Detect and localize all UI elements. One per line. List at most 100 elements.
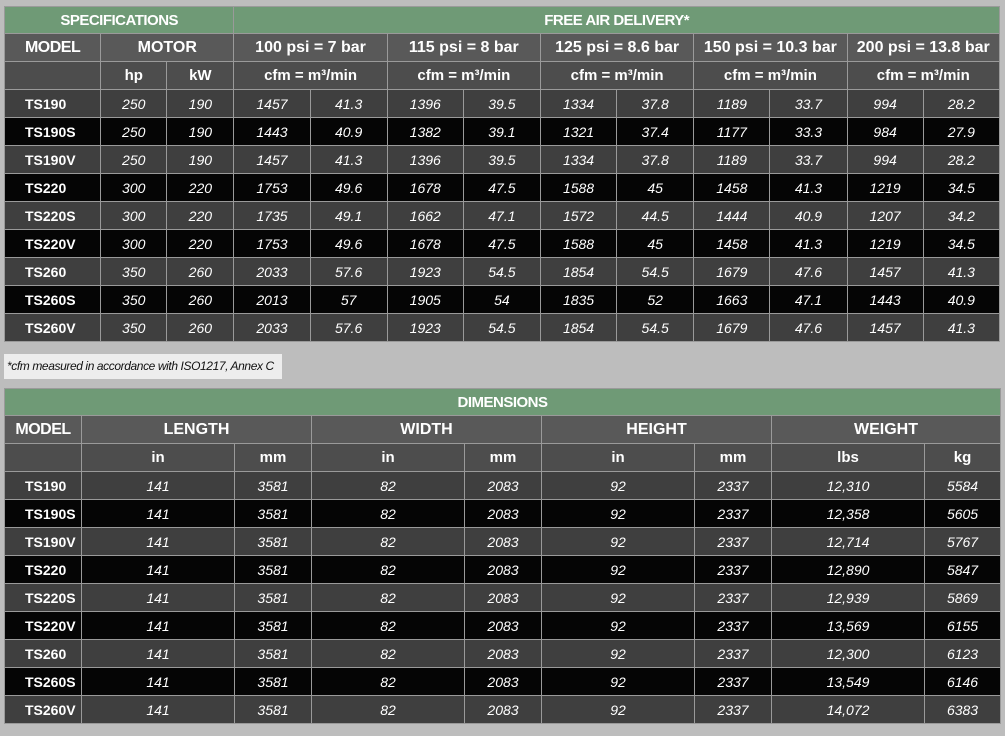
width-mm-cell: 2083	[464, 667, 542, 696]
weight-kg-cell: 6146	[923, 667, 1002, 696]
weight-lbs-cell: 12,300	[771, 639, 925, 668]
width-header: WIDTH	[311, 415, 542, 444]
length-mm-cell: 3581	[234, 583, 312, 612]
kw-cell: 220	[166, 173, 235, 202]
m3-cell: 45	[616, 173, 695, 202]
hp-cell: 250	[100, 89, 168, 118]
table-row: TS260 141 3581 82 2083 92 2337 12,300 6123	[4, 639, 1002, 668]
cfm-cell: 1457	[233, 89, 311, 118]
pressure-header: 150 psi = 10.3 bar	[693, 33, 848, 62]
length-in-cell: 141	[81, 583, 235, 612]
height-in-cell: 92	[541, 611, 695, 640]
kw-cell: 260	[166, 313, 235, 342]
width-mm-cell: 2083	[464, 583, 542, 612]
cfm-cell: 994	[846, 145, 924, 174]
cfm-cell: 1588	[539, 173, 618, 202]
kw-cell: 220	[166, 201, 235, 230]
m3-cell: 44.5	[616, 201, 695, 230]
unit-header: kg	[923, 443, 1002, 472]
cfm-cell: 1854	[539, 313, 618, 342]
m3-cell: 52	[616, 285, 695, 314]
width-in-cell: 82	[311, 639, 465, 668]
cfm-cell: 1457	[846, 313, 924, 342]
unit-header: mm	[234, 443, 312, 472]
cfm-cell: 1923	[386, 313, 464, 342]
weight-lbs-cell: 14,072	[771, 695, 925, 724]
weight-kg-cell: 6383	[923, 695, 1002, 724]
height-mm-cell: 2337	[694, 611, 772, 640]
height-mm-cell: 2337	[694, 555, 772, 584]
hp-cell: 250	[100, 117, 168, 146]
kw-cell: 190	[166, 117, 235, 146]
pressure-header: 125 psi = 8.6 bar	[539, 33, 695, 62]
m3-cell: 54.5	[616, 257, 695, 286]
model-cell: TS190S	[4, 499, 82, 528]
model-cell: TS260V	[4, 695, 82, 724]
length-mm-cell: 3581	[234, 639, 312, 668]
m3-cell: 45	[616, 229, 695, 258]
cfm-cell: 1207	[846, 201, 924, 230]
table-row: TS220V 300 220 1753 49.6 1678 47.5 1588 45 1458 41…	[3, 229, 1001, 258]
cfm-cell: 1189	[693, 89, 771, 118]
unit-header: cfm = m³/min	[846, 61, 1001, 90]
table-row: TS220S 141 3581 82 2083 92 2337 12,939 5869	[4, 583, 1002, 612]
width-mm-cell: 2083	[464, 527, 542, 556]
model-cell: TS260	[3, 257, 102, 286]
weight-lbs-cell: 12,890	[771, 555, 925, 584]
height-mm-cell: 2337	[694, 639, 772, 668]
cfm-cell: 1678	[386, 229, 464, 258]
height-mm-cell: 2337	[694, 499, 772, 528]
cfm-cell: 1457	[846, 257, 924, 286]
width-mm-cell: 2083	[464, 611, 542, 640]
hp-cell: 350	[100, 257, 168, 286]
length-header: LENGTH	[81, 415, 312, 444]
m3-cell: 57.6	[309, 257, 388, 286]
model-cell: TS220S	[4, 583, 82, 612]
empty-unit-cell	[4, 443, 82, 472]
height-in-cell: 92	[541, 695, 695, 724]
width-in-cell: 82	[311, 527, 465, 556]
cfm-cell: 1679	[693, 257, 771, 286]
model-cell: TS190	[3, 89, 102, 118]
cfm-cell: 1219	[846, 173, 924, 202]
cfm-cell: 1923	[386, 257, 464, 286]
dimensions-table: DIMENSIONS MODEL LENGTH WIDTH HEIGHT WEI…	[3, 388, 1002, 724]
hp-cell: 350	[100, 313, 168, 342]
kw-cell: 260	[166, 285, 235, 314]
cfm-cell: 1219	[846, 229, 924, 258]
length-mm-cell: 3581	[234, 471, 312, 500]
cfm-cell: 1334	[539, 89, 618, 118]
table-row: TS220V 141 3581 82 2083 92 2337 13,569 6155	[4, 611, 1002, 640]
model-cell: TS190S	[3, 117, 102, 146]
cfm-cell: 1753	[233, 229, 311, 258]
cfm-cell: 1735	[233, 201, 311, 230]
length-in-cell: 141	[81, 499, 235, 528]
cfm-cell: 1444	[693, 201, 771, 230]
table-row: TS190S 250 190 1443 40.9 1382 39.1 1321 37.4 1177…	[3, 117, 1001, 146]
weight-lbs-cell: 12,358	[771, 499, 925, 528]
kw-cell: 190	[166, 89, 235, 118]
weight-lbs-cell: 12,714	[771, 527, 925, 556]
m3-cell: 49.6	[309, 173, 388, 202]
length-mm-cell: 3581	[234, 667, 312, 696]
table-row: TS220 300 220 1753 49.6 1678 47.5 1588 45 1458 41.…	[3, 173, 1001, 202]
m3-cell: 34.2	[922, 201, 1001, 230]
cfm-cell: 2033	[233, 313, 311, 342]
m3-cell: 41.3	[309, 89, 388, 118]
m3-cell: 54.5	[616, 313, 695, 342]
length-in-cell: 141	[81, 695, 235, 724]
cfm-cell: 2033	[233, 257, 311, 286]
unit-header: cfm = m³/min	[386, 61, 541, 90]
table-row: TS190 250 190 1457 41.3 1396 39.5 1334 37.8 1189 3…	[3, 89, 1001, 118]
m3-cell: 47.6	[769, 313, 848, 342]
weight-kg-cell: 5847	[923, 555, 1002, 584]
m3-cell: 57	[309, 285, 388, 314]
cfm-cell: 1177	[693, 117, 771, 146]
m3-cell: 34.5	[922, 229, 1001, 258]
model-cell: TS220	[3, 173, 102, 202]
m3-cell: 41.3	[769, 229, 848, 258]
cfm-cell: 1572	[539, 201, 618, 230]
weight-lbs-cell: 12,310	[771, 471, 925, 500]
cfm-cell: 1835	[539, 285, 618, 314]
length-in-cell: 141	[81, 667, 235, 696]
